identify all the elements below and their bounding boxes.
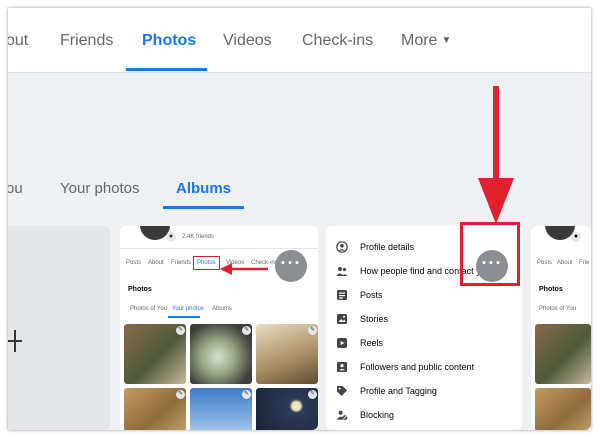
mini-photos-heading: Photos (128, 286, 152, 293)
reels-icon (337, 338, 347, 348)
mini-tab-friends: Friends (171, 260, 192, 266)
mini-subtab-indicator (168, 316, 200, 318)
tab-your-photos[interactable]: Your photos (60, 180, 140, 197)
active-tab-indicator (126, 68, 207, 71)
edit-icon[interactable]: ✎ (176, 390, 185, 399)
mini-subtab-albums: Albums (212, 306, 233, 312)
mini-tab-friends: Frie (579, 260, 590, 266)
mini-tab-posts: Posts (537, 260, 553, 266)
album-card-partial[interactable]: ● Posts About Frie Photos Photos of You (531, 226, 591, 430)
menu-item-stories[interactable]: Stories (334, 310, 514, 330)
mini-photos-heading: Photos (539, 286, 563, 293)
camera-icon: ● (166, 232, 176, 242)
tab-check-ins[interactable]: Check-ins (302, 32, 373, 50)
tag-icon (337, 386, 347, 396)
edit-icon[interactable]: ✎ (176, 326, 185, 335)
menu-label: Profile details (360, 242, 415, 252)
photo-thumbnail[interactable] (535, 388, 591, 430)
posts-icon (337, 290, 347, 300)
tab-videos[interactable]: Videos (223, 32, 272, 50)
active-subtab-indicator (163, 206, 244, 209)
friends-count: 2.4K friends (182, 234, 215, 240)
people-icon (336, 267, 348, 276)
menu-label: Posts (360, 290, 383, 300)
menu-item-profile-tagging[interactable]: Profile and Tagging (334, 382, 514, 402)
annotation-highlight-box (460, 222, 520, 286)
tab-about[interactable]: out (8, 32, 28, 50)
red-arrow-left-icon (220, 263, 268, 275)
mini-subtab-photos-of-you: Photos of You (539, 306, 577, 312)
mini-tab-about: About (557, 260, 573, 266)
menu-item-blocking[interactable]: Blocking (334, 406, 514, 426)
menu-item-posts[interactable]: Posts (334, 286, 514, 306)
more-options-button[interactable]: ··· (275, 250, 307, 282)
menu-label: Reels (360, 338, 384, 348)
profile-tab-bar: out Friends Photos Videos Check-ins More… (8, 8, 591, 73)
plus-icon (8, 330, 22, 352)
camera-icon: ● (571, 232, 581, 242)
tab-photos[interactable]: Photos (142, 32, 196, 50)
followers-icon (337, 362, 347, 372)
tab-more[interactable]: More ▼ (401, 32, 451, 50)
menu-label: Blocking (360, 410, 395, 420)
menu-label: Profile and Tagging (360, 386, 437, 396)
menu-label: Stories (360, 314, 389, 324)
create-album-card[interactable] (8, 226, 110, 430)
tab-photos-of-you[interactable]: ou (8, 180, 23, 197)
mini-subtab-your-photos: Your photos (172, 306, 204, 312)
tab-more-label: More (401, 32, 438, 49)
edit-icon[interactable]: ✎ (308, 326, 317, 335)
profile-circle-icon (336, 241, 348, 253)
caret-down-icon: ▼ (441, 35, 452, 46)
stories-icon (337, 314, 347, 324)
menu-item-reels[interactable]: Reels (334, 334, 514, 354)
menu-label: Followers and public content (360, 362, 475, 372)
tab-albums[interactable]: Albums (176, 180, 231, 197)
edit-icon[interactable]: ✎ (242, 390, 251, 399)
tab-friends[interactable]: Friends (60, 32, 113, 50)
menu-item-followers[interactable]: Followers and public content (334, 358, 514, 378)
photo-thumbnail[interactable] (535, 324, 591, 384)
blocking-icon (336, 410, 348, 420)
edit-icon[interactable]: ✎ (308, 390, 317, 399)
annotation-arrow-down-icon (478, 86, 514, 224)
mini-tab-photos-highlighted: Photos (193, 256, 220, 270)
mini-tab-posts: Posts (126, 260, 142, 266)
mini-tab-about: About (148, 260, 164, 266)
browser-viewport: out Friends Photos Videos Check-ins More… (8, 8, 591, 430)
edit-icon[interactable]: ✎ (242, 326, 251, 335)
album-card-screenshot[interactable]: ● 2.4K friends Posts About Friends Photo… (120, 226, 318, 430)
mini-subtab-photos-of-you: Photos of You (130, 306, 168, 312)
